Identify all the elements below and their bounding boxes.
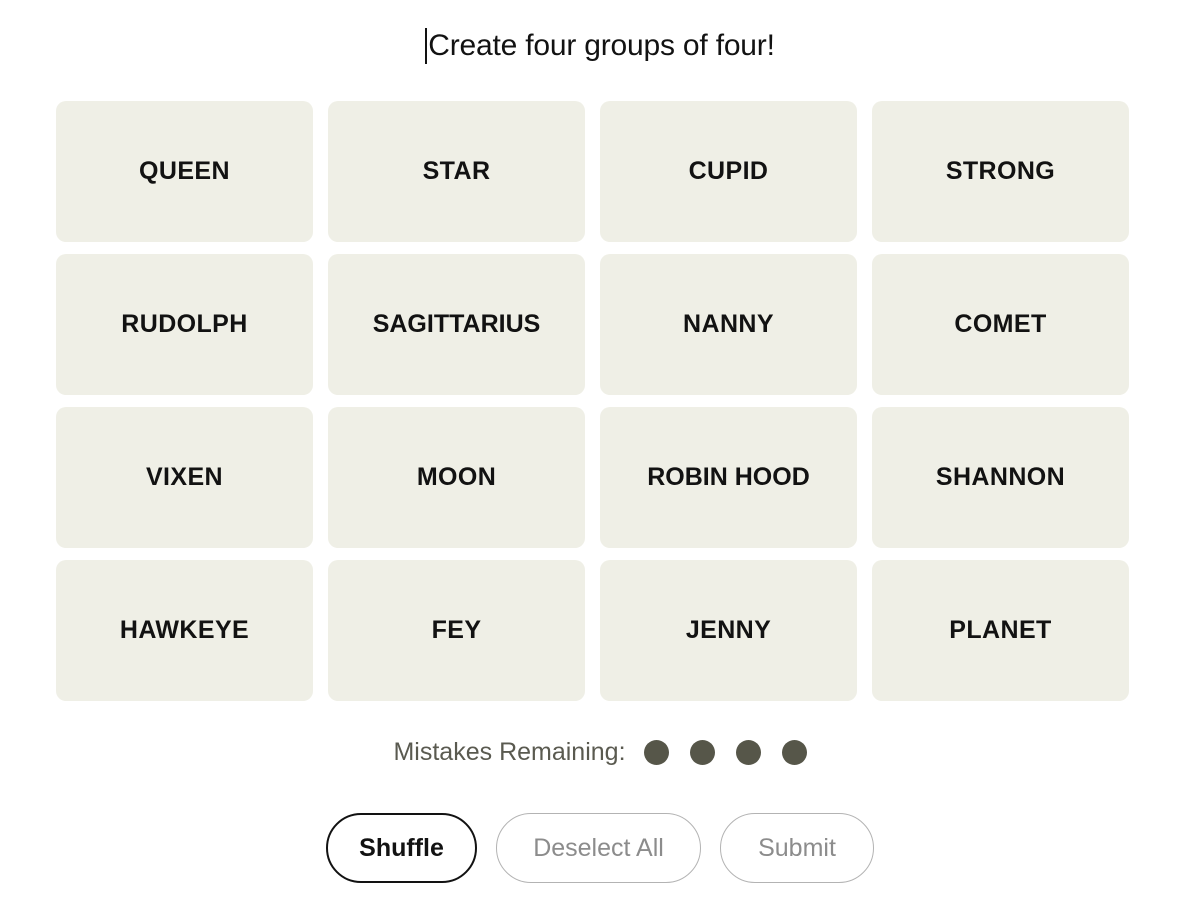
word-tile-label: SAGITTARIUS: [372, 309, 541, 338]
word-tile[interactable]: CUPID: [600, 101, 857, 242]
control-button-row: Shuffle Deselect All Submit: [0, 812, 1200, 884]
word-tile-label: CUPID: [688, 156, 769, 185]
word-tile-label: HAWKEYE: [119, 615, 250, 644]
mistakes-remaining-label: Mistakes Remaining:: [393, 738, 626, 766]
mistake-dot-icon: [689, 739, 715, 765]
word-tile-label: JENNY: [685, 615, 772, 644]
word-tile[interactable]: FEY: [328, 560, 585, 701]
mistakes-dot-group: [643, 739, 807, 765]
word-tile-label: STRONG: [945, 156, 1056, 185]
word-tile-label: NANNY: [683, 309, 774, 338]
word-tile-label: QUEEN: [139, 156, 230, 185]
page-title-text: Create four groups of four!: [428, 29, 775, 62]
word-tile[interactable]: VIXEN: [56, 407, 313, 548]
word-tile-label: ROBIN HOOD: [647, 462, 810, 491]
word-tile-label: VIXEN: [145, 462, 224, 491]
word-tile-label: MOON: [416, 462, 497, 491]
word-tile-label: PLANET: [949, 615, 1052, 644]
word-tile[interactable]: ROBIN HOOD: [600, 407, 857, 548]
mistake-dot-icon: [643, 739, 669, 765]
mistake-dot-icon: [735, 739, 761, 765]
word-tile-label: STAR: [422, 156, 491, 185]
deselect-all-button[interactable]: Deselect All: [496, 813, 701, 883]
mistakes-remaining: Mistakes Remaining:: [0, 732, 1200, 772]
word-tile[interactable]: PLANET: [872, 560, 1129, 701]
word-tile[interactable]: COMET: [872, 254, 1129, 395]
word-tile[interactable]: QUEEN: [56, 101, 313, 242]
word-tile[interactable]: HAWKEYE: [56, 560, 313, 701]
word-tile[interactable]: NANNY: [600, 254, 857, 395]
word-tile[interactable]: RUDOLPH: [56, 254, 313, 395]
word-tile[interactable]: STRONG: [872, 101, 1129, 242]
word-tile-label: SHANNON: [935, 462, 1066, 491]
word-tile-label: RUDOLPH: [121, 309, 248, 338]
word-tile[interactable]: SHANNON: [872, 407, 1129, 548]
word-tile[interactable]: JENNY: [600, 560, 857, 701]
text-caret-icon: [425, 28, 428, 64]
word-grid: QUEEN STAR CUPID STRONG RUDOLPH SAGITTAR…: [56, 101, 1129, 701]
submit-button[interactable]: Submit: [720, 813, 874, 883]
page-title: Create four groups of four!: [0, 22, 1200, 70]
word-tile[interactable]: STAR: [328, 101, 585, 242]
word-tile-label: COMET: [954, 309, 1047, 338]
connections-game: Create four groups of four! QUEEN STAR C…: [0, 0, 1200, 923]
mistake-dot-icon: [781, 739, 807, 765]
word-tile-label: FEY: [431, 615, 482, 644]
word-tile[interactable]: MOON: [328, 407, 585, 548]
word-tile[interactable]: SAGITTARIUS: [328, 254, 585, 395]
shuffle-button[interactable]: Shuffle: [326, 813, 477, 883]
